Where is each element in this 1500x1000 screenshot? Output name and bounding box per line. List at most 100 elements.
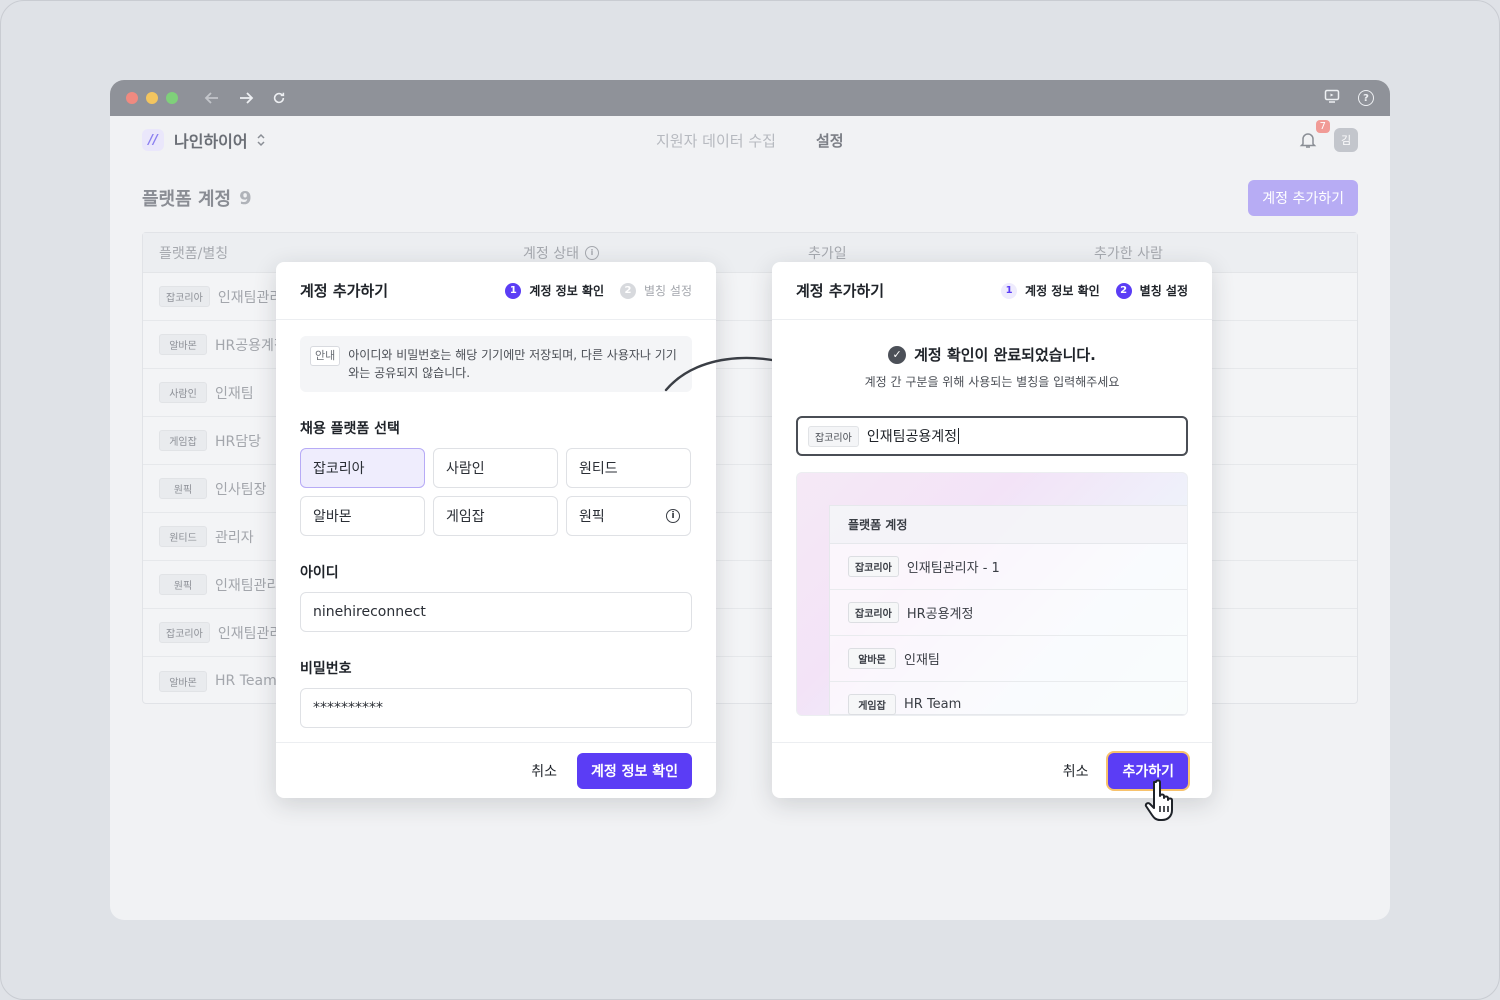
platform-option-wonpick[interactable]: 원픽 i [566, 496, 691, 536]
platform-tag: 게임잡 [159, 430, 207, 451]
column-header-status[interactable]: 계정 상태 i [523, 243, 599, 263]
account-alias: 인재팀관리자 - 1 [906, 561, 1000, 576]
step-alias: 2 별칭 설정 [620, 282, 692, 299]
modal-title: 계정 추가하기 [300, 282, 389, 300]
workspace-switch-icon[interactable] [256, 133, 266, 147]
help-icon[interactable]: ? [1358, 90, 1374, 106]
column-header-status-label: 계정 상태 [523, 245, 579, 262]
cancel-button[interactable]: 취소 [1063, 761, 1089, 781]
list-item: 게임잡 HR Team [830, 682, 1187, 715]
close-window-dot[interactable] [126, 92, 138, 104]
platform-tag: 원티드 [159, 526, 207, 547]
account-alias: 인사팀장 [215, 481, 267, 498]
add-account-modal-step1: 계정 추가하기 1 계정 정보 확인 2 별칭 설정 안내 아이디와 비밀번호는 해… [276, 262, 716, 798]
user-avatar[interactable]: 김 [1334, 128, 1358, 152]
column-header-added-date[interactable]: 추가일 [808, 243, 847, 263]
info-icon[interactable]: i [584, 245, 599, 260]
main-nav: 지원자 데이터 수집 설정 [656, 116, 844, 164]
back-arrow-icon[interactable] [204, 90, 220, 106]
alias-value: 인재팀공용계정 [866, 429, 957, 445]
stepper: 1 계정 정보 확인 2 별칭 설정 [505, 282, 692, 299]
platform-option-albamon[interactable]: 알바몬 [300, 496, 425, 536]
page-title: 플랫폼 계정 [142, 189, 232, 210]
reload-icon[interactable] [272, 91, 286, 105]
account-alias: 인재팀 [215, 385, 254, 402]
nav-item-settings[interactable]: 설정 [816, 130, 844, 151]
account-alias: HR Team [904, 697, 962, 712]
account-alias: 인재팀 [904, 653, 940, 668]
stepper: 1 계정 정보 확인 2 별칭 설정 [1001, 282, 1188, 299]
platform-tag: 알바몬 [848, 648, 896, 669]
notification-count-badge: 7 [1315, 120, 1330, 133]
platform-select-label: 채용 플랫폼 선택 [300, 421, 400, 437]
forward-arrow-icon[interactable] [238, 90, 254, 106]
step-label: 별칭 설정 [644, 284, 692, 298]
list-item: 알바몬 인재팀 [830, 636, 1187, 682]
preview-card: 플랫폼 계정 잡코리아 인재팀관리자 - 1 잡코리아 HR공용계정 알바몬 인재팀 … [829, 505, 1187, 715]
platform-options: 잡코리아 사람인 원티드 알바몬 게임잡 원픽 i [300, 448, 692, 536]
screen-share-icon[interactable] [1324, 88, 1340, 108]
password-label: 비밀번호 [300, 661, 352, 677]
confirm-account-button[interactable]: 계정 정보 확인 [576, 752, 692, 789]
platform-option-wanted[interactable]: 원티드 [566, 448, 691, 488]
step-account-info: 1 계정 정보 확인 [1001, 282, 1100, 299]
text-caret [957, 428, 959, 444]
column-header-added-by[interactable]: 추가한 사람 [1094, 243, 1163, 263]
platform-option-gamejob[interactable]: 게임잡 [433, 496, 558, 536]
hand-cursor-icon [1144, 779, 1173, 821]
notice-tag: 안내 [310, 346, 341, 366]
preview-title: 플랫폼 계정 [830, 506, 1187, 544]
platform-tag: 원픽 [159, 478, 207, 499]
platform-tag: 잡코리아 [808, 425, 859, 447]
platform-option-label: 원픽 [579, 509, 605, 525]
maximize-window-dot[interactable] [166, 92, 178, 104]
cancel-button[interactable]: 취소 [531, 761, 557, 781]
platform-tag: 게임잡 [848, 694, 896, 715]
platform-tag: 잡코리아 [159, 622, 210, 643]
platform-tag: 잡코리아 [159, 286, 210, 307]
step-label: 별칭 설정 [1139, 284, 1188, 298]
platform-option-saramin[interactable]: 사람인 [433, 448, 558, 488]
account-alias: HR담당 [215, 433, 262, 450]
alias-preview: 플랫폼 계정 잡코리아 인재팀관리자 - 1 잡코리아 HR공용계정 알바몬 인재팀 … [796, 472, 1188, 716]
verification-title: 계정 확인이 완료되었습니다. [914, 346, 1096, 364]
notification-bell-icon[interactable]: 7 [1298, 120, 1330, 150]
platform-tag: 알바몬 [159, 670, 207, 692]
check-circle-icon: ✓ [888, 345, 907, 364]
notice-box: 안내 아이디와 비밀번호는 해당 기기에만 저장되며, 다른 사용자나 기기와는… [300, 336, 692, 392]
step-number-1: 1 [505, 282, 522, 299]
platform-tag: 원픽 [159, 574, 207, 595]
step-account-info: 1 계정 정보 확인 [505, 282, 604, 299]
account-count: 9 [239, 187, 252, 209]
nav-item-data-collection[interactable]: 지원자 데이터 수집 [656, 130, 776, 151]
minimize-window-dot[interactable] [146, 92, 158, 104]
step-alias: 2 별칭 설정 [1115, 282, 1188, 299]
add-account-modal-step2: 계정 추가하기 1 계정 정보 확인 2 별칭 설정 ✓ 계정 확인이 완료되었습니… [772, 262, 1212, 798]
step-number-2: 2 [620, 282, 637, 299]
step-label: 계정 정보 확인 [529, 284, 605, 298]
verification-subtitle: 계정 간 구분을 위해 사용되는 별칭을 입력해주세요 [864, 375, 1120, 389]
account-alias: 인재팀관리 [217, 625, 283, 642]
account-alias: HR Team [215, 673, 277, 689]
column-header-platform[interactable]: 플랫폼/별칭 [159, 243, 228, 263]
platform-tag: 알바몬 [159, 334, 207, 355]
account-alias: HR공용계정 [906, 607, 974, 622]
platform-tag: 잡코리아 [848, 556, 899, 577]
notice-text: 아이디와 비밀번호는 해당 기기에만 저장되며, 다른 사용자나 기기와는 공유… [348, 348, 677, 380]
step-number-2: 2 [1115, 282, 1132, 299]
alias-input[interactable]: 잡코리아 인재팀공용계정 [796, 416, 1188, 456]
password-input[interactable]: ********** [300, 688, 692, 728]
modal-footer: 취소 계정 정보 확인 [276, 742, 716, 798]
app-header: // 나인하이어 지원자 데이터 수집 설정 7 김 [110, 116, 1390, 164]
page-header: 플랫폼 계정 9 계정 추가하기 [142, 180, 1358, 216]
info-icon[interactable]: i [666, 509, 680, 523]
list-item: 잡코리아 HR공용계정 [830, 590, 1187, 636]
id-input[interactable]: ninehireconnect [300, 592, 692, 632]
add-account-button[interactable]: 계정 추가하기 [1248, 180, 1358, 216]
id-label: 아이디 [300, 565, 339, 581]
brand-name: 나인하이어 [174, 132, 248, 151]
step-number-1: 1 [1001, 282, 1018, 299]
account-alias: 인재팀관리 [215, 577, 280, 594]
platform-option-jobkorea[interactable]: 잡코리아 [300, 448, 425, 488]
step-label: 계정 정보 확인 [1025, 284, 1100, 298]
